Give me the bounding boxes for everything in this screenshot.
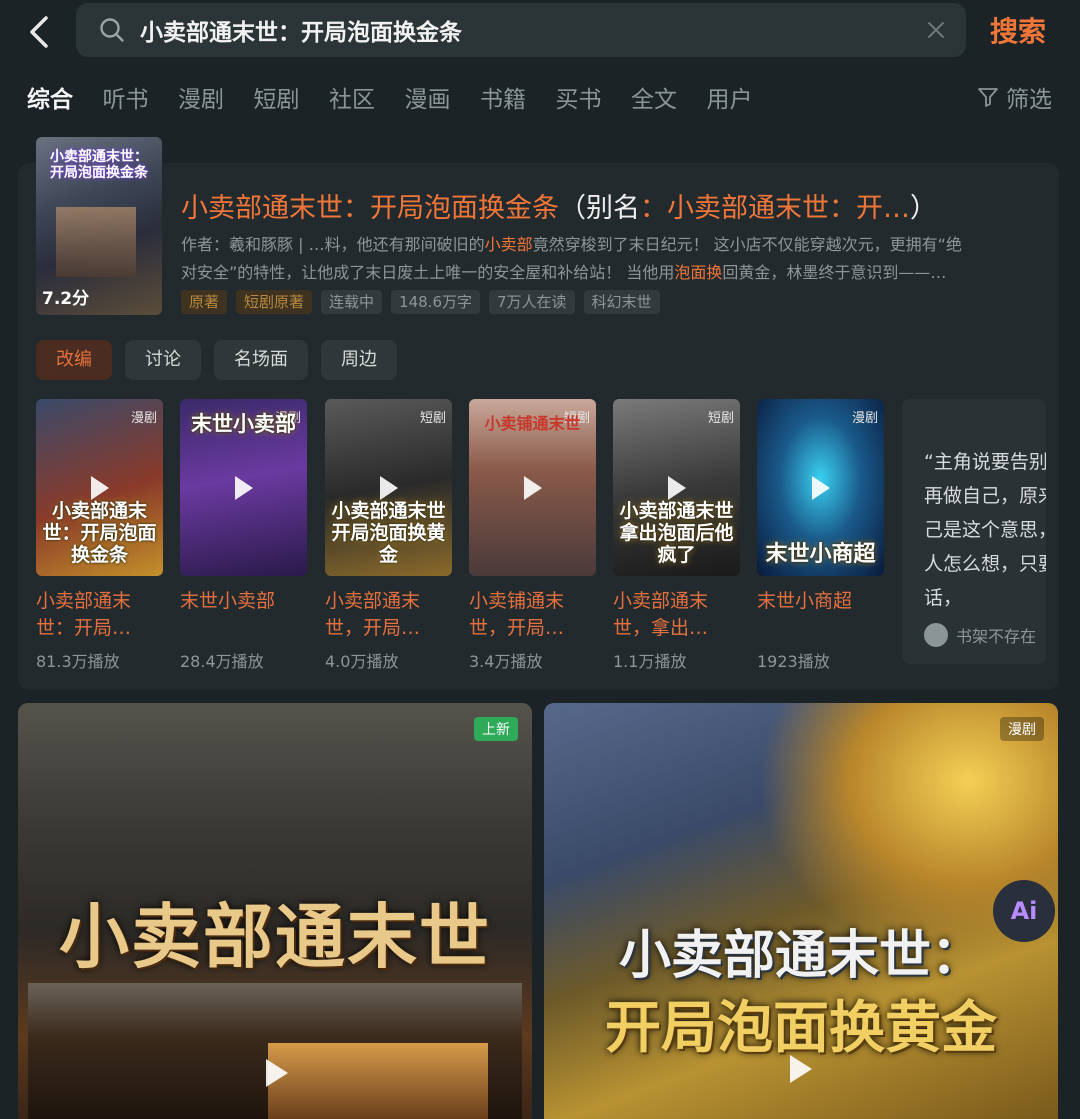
tab-community[interactable]: 社区 (329, 80, 405, 114)
video-item[interactable]: 短剧 小卖部通末世 开局泡面换黄金 小卖部通末世，开局… 4.0万播放 (325, 399, 452, 672)
video-thumbnail[interactable]: 短剧 小卖部通末世 开局泡面换黄金 (325, 399, 452, 576)
tab-users[interactable]: 用户 (707, 80, 783, 114)
book-subtabs: 改编 讨论 名场面 周边 (36, 340, 397, 380)
video-thumbnail[interactable]: 短剧 小卖铺通末世 (469, 399, 596, 576)
play-icon (790, 1055, 812, 1083)
filter-icon (978, 88, 998, 107)
search-query-text[interactable]: 小卖部通末世：开局泡面换金条 (140, 13, 462, 47)
video-badge: 漫剧 (851, 411, 878, 426)
video-badge: 漫剧 (130, 411, 157, 426)
video-title[interactable]: 小卖铺通末世，开局… (469, 588, 596, 642)
search-button[interactable]: 搜索 (990, 10, 1046, 50)
filter-label: 筛选 (1006, 87, 1052, 113)
subtab-adaptation[interactable]: 改编 (36, 340, 112, 380)
subtab-discussion[interactable]: 讨论 (125, 340, 201, 380)
tab-manga[interactable]: 漫画 (405, 80, 481, 114)
tag-status: 连载中 (321, 290, 383, 314)
video-plays: 4.0万播放 (325, 652, 399, 671)
tag-original: 原著 (181, 290, 228, 314)
tab-short-drama[interactable]: 短剧 (254, 80, 330, 114)
video-plays: 1923播放 (757, 652, 830, 671)
tab-audiobook[interactable]: 听书 (103, 80, 179, 114)
book-cover[interactable]: 小卖部通末世：开局泡面换金条 7.2分 (36, 137, 162, 315)
video-item[interactable]: 漫剧 末世小商超 末世小商超 1923播放 (757, 399, 884, 672)
tile-title: 小卖部通末世 (59, 895, 491, 978)
tab-books[interactable]: 书籍 (480, 80, 556, 114)
video-title[interactable]: 末世小商超 (757, 588, 884, 642)
video-badge: 短剧 (707, 411, 734, 426)
video-item[interactable]: 漫剧 末世小卖部 末世小卖部 28.4万播放 (180, 399, 307, 672)
back-button[interactable] (20, 12, 60, 52)
quote-author: 书架不存在 (924, 623, 1036, 647)
video-title[interactable]: 小卖部通末世，开局… (325, 588, 452, 642)
book-title[interactable]: 小卖部通末世：开局泡面换金条（别名：小卖部通末世：开…） (181, 186, 937, 225)
play-icon (523, 475, 542, 500)
book-description: 作者：羲和豚豚 | …料，他还有那间破旧的小卖部竟然穿梭到了末日纪元！ 这小店不… (181, 235, 962, 282)
video-badge: 短剧 (419, 411, 446, 426)
search-input[interactable]: 小卖部通末世：开局泡面换金条 (76, 3, 966, 57)
play-icon (811, 475, 830, 500)
subtab-famous-scenes[interactable]: 名场面 (214, 340, 308, 380)
video-tile[interactable]: 漫剧 小卖部通末世： 开局泡面换黄金 (544, 703, 1058, 1119)
thumbnail-title: 末世小商超 (765, 542, 876, 567)
tile-title-line2: 开局泡面换黄金 (605, 995, 997, 1061)
video-badge: 漫剧 (1000, 717, 1044, 741)
tab-buy-books[interactable]: 买书 (556, 80, 632, 114)
book-tags: 原著 短剧原著 连载中 148.6万字 7万人在读 科幻末世 (181, 290, 660, 314)
back-arrow-icon (30, 16, 48, 48)
new-badge: 上新 (474, 717, 518, 741)
tab-comic-drama[interactable]: 漫剧 (178, 80, 254, 114)
quote-author-name: 书架不存在 (956, 627, 1037, 646)
tag-drama-original: 短剧原著 (236, 290, 313, 314)
video-plays: 1.1万播放 (613, 652, 687, 671)
play-icon (379, 475, 398, 500)
avatar (924, 623, 948, 647)
video-tile[interactable]: 上新 小卖部通末世 (18, 703, 532, 1119)
video-item[interactable]: 短剧 小卖铺通末世 小卖铺通末世，开局… 3.4万播放 (469, 399, 596, 672)
video-thumbnail[interactable]: 漫剧 末世小卖部 (180, 399, 307, 576)
video-thumbnail[interactable]: 漫剧 小卖部通末世：开局泡面换金条 (36, 399, 163, 576)
filter-button[interactable]: 筛选 (976, 80, 1052, 114)
video-item[interactable]: 漫剧 小卖部通末世：开局泡面换金条 小卖部通末世：开局… 81.3万播放 (36, 399, 163, 672)
clear-icon[interactable] (924, 18, 948, 42)
thumbnail-title: 小卖部通末世：开局泡面换金条 (42, 500, 157, 566)
thumbnail-title: 小卖部通末世 拿出泡面后他疯了 (619, 500, 734, 566)
play-icon (266, 1059, 288, 1087)
tile-title-line1: 小卖部通末世： (618, 925, 983, 986)
quote-text: “主角说要告别过去，不再做自己，原来告别自己是这个意思，不管别人怎么想，只要不说… (924, 451, 1046, 609)
video-plays: 3.4万播放 (469, 652, 543, 671)
thumbnail-title: 小卖部通末世 开局泡面换黄金 (331, 500, 446, 566)
tab-general[interactable]: 综合 (27, 80, 103, 114)
video-thumbnail[interactable]: 短剧 小卖部通末世 拿出泡面后他疯了 (613, 399, 740, 576)
category-tabs: 综合 听书 漫剧 短剧 社区 漫画 书籍 买书 全文 用户 (27, 80, 782, 114)
discussion-quote-card[interactable]: “主角说要告别过去，不再做自己，原来告别自己是这个意思，不管别人怎么想，只要不说… (902, 399, 1046, 664)
video-item[interactable]: 短剧 小卖部通末世 拿出泡面后他疯了 小卖部通末世，拿出… 1.1万播放 (613, 399, 740, 672)
video-plays: 28.4万播放 (180, 652, 264, 671)
play-icon (234, 475, 253, 500)
thumbnail-title: 末世小卖部 (191, 412, 296, 436)
search-icon (100, 18, 124, 42)
tag-genre[interactable]: 科幻末世 (583, 290, 660, 314)
video-plays: 81.3万播放 (36, 652, 120, 671)
play-icon (667, 475, 686, 500)
tab-full-text[interactable]: 全文 (631, 80, 707, 114)
video-title[interactable]: 小卖部通末世，拿出… (613, 588, 740, 642)
video-thumbnail[interactable]: 漫剧 末世小商超 (757, 399, 884, 576)
thumbnail-title: 小卖铺通末世 (484, 414, 581, 433)
tag-readers: 7万人在读 (489, 290, 575, 314)
video-title[interactable]: 小卖部通末世：开局… (36, 588, 163, 642)
video-title[interactable]: 末世小卖部 (180, 588, 307, 642)
cover-title: 小卖部通末世：开局泡面换金条 (50, 149, 148, 181)
tag-word-count: 148.6万字 (391, 290, 480, 314)
ai-assistant-button[interactable]: Ai (993, 880, 1055, 942)
play-icon (90, 475, 109, 500)
subtab-merch[interactable]: 周边 (321, 340, 397, 380)
book-score: 7.2分 (42, 289, 90, 309)
